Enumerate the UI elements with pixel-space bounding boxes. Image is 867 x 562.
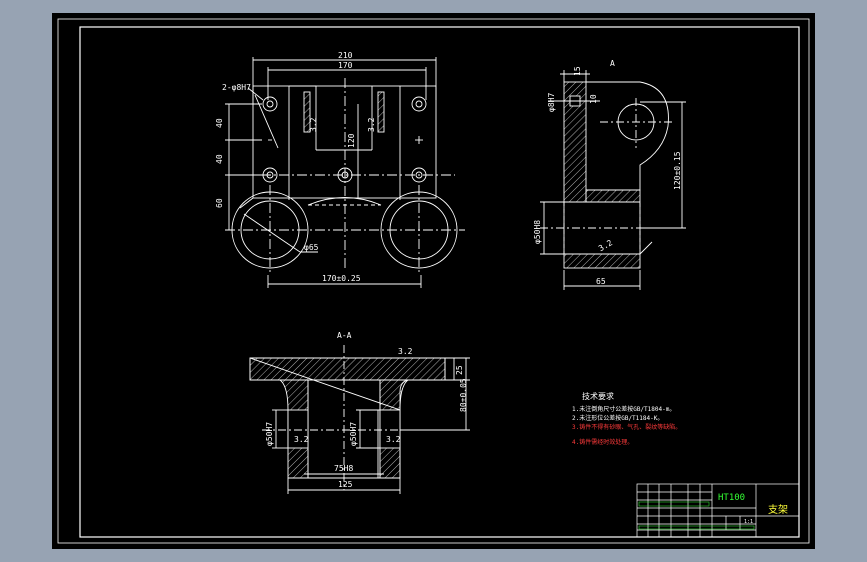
section-rough-top: 3.2	[398, 347, 413, 356]
top-dim-left-3: 60	[215, 198, 224, 208]
side-label-top: A	[610, 59, 615, 68]
top-dim-inner: 170	[338, 61, 353, 70]
section-dim-right-top: 25	[455, 365, 464, 375]
side-dim-bore: φ50H8	[533, 220, 542, 244]
top-dim-left-2: 40	[215, 154, 224, 164]
top-hole-note: 2-φ8H7	[222, 83, 251, 92]
section-dim-right: 80±0.05	[459, 378, 468, 412]
section-rough-1: 3.2	[294, 435, 309, 444]
section-rough-2: 3.2	[386, 435, 401, 444]
top-dim-bottom: 170±0.25	[322, 274, 361, 283]
cad-drawing-canvas: 210 170 2-φ8H7 40 40 60 120 3.2 3.2 φ65 …	[52, 13, 815, 549]
side-dim-small-2: 10	[589, 94, 598, 104]
title-material: HT100	[718, 493, 745, 503]
section-dim-bore-mid: φ50H7	[349, 422, 358, 446]
side-dim-width: 65	[596, 277, 606, 286]
top-dia-note: φ65	[304, 243, 319, 252]
tech-req-line-4: 4.铸件需经时效处理。	[572, 438, 633, 446]
section-dim-inner: 75H8	[334, 464, 353, 473]
top-dim-mid: 120	[347, 133, 356, 148]
section-dim-bore-left: φ50H7	[265, 422, 274, 446]
side-dim-height: 120±0.15	[673, 151, 682, 190]
top-rough-1: 3.2	[309, 117, 318, 132]
top-dim-left-1: 40	[215, 118, 224, 128]
tech-req-line-1: 1.未注倒角尺寸公差按GB/T1804-m。	[572, 405, 675, 413]
section-dim-width: 125	[338, 480, 353, 489]
drawing-sheet	[52, 13, 815, 549]
tech-req-line-2: 2.未注形位公差按GB/T1184-K。	[572, 414, 663, 422]
tech-req-title: 技术要求	[582, 391, 614, 401]
tech-req-line-3: 3.铸件不得有砂眼、气孔、裂纹等缺陷。	[572, 423, 681, 431]
title-scale: 1:1	[744, 519, 753, 525]
section-label: A-A	[337, 331, 352, 340]
side-dim-top: 15	[573, 66, 582, 76]
top-dim-overall: 210	[338, 51, 353, 60]
top-rough-2: 3.2	[367, 117, 376, 132]
side-dim-small: φ8H7	[547, 93, 556, 112]
title-part-name: 支架	[768, 504, 788, 516]
